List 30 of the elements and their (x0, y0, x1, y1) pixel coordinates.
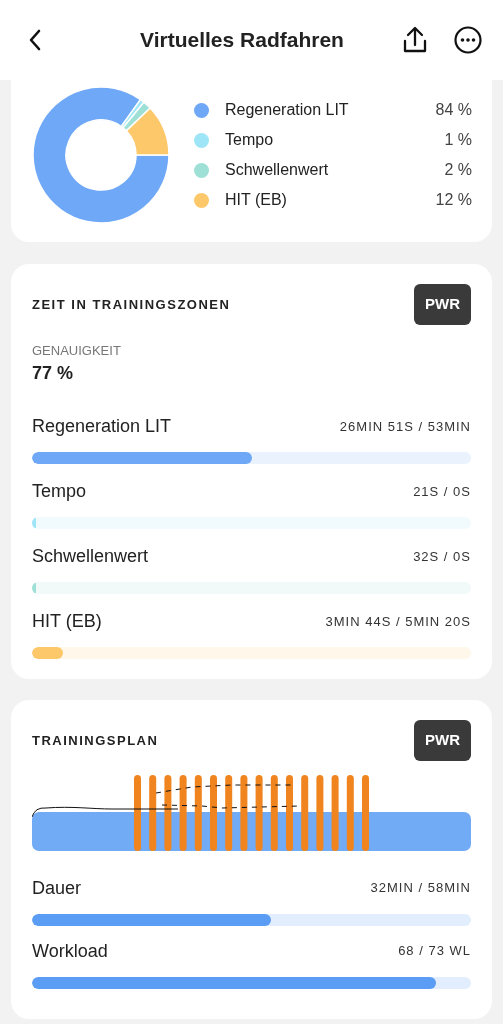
zone-label: Tempo (32, 480, 87, 503)
zone-label: Regeneration LIT (32, 415, 172, 438)
metric-toggle-button[interactable]: PWR (414, 720, 471, 761)
accuracy-label: GENAUIGKEIT (32, 341, 122, 360)
zone-label: HIT (EB) (32, 610, 102, 633)
more-icon[interactable] (454, 26, 482, 54)
legend-label: HIT (EB) (225, 190, 288, 210)
metric-reading: 32MIN / 58MIN (370, 879, 471, 898)
legend-label: Regeneration LIT (225, 100, 350, 120)
legend-value: 84 % (435, 100, 472, 120)
zone-reading: 21S / 0S (413, 482, 471, 501)
section-title: ZEIT IN TRAININGSZONEN (32, 295, 231, 314)
legend-value: 1 % (444, 130, 472, 150)
metric-label: Workload (32, 939, 108, 963)
zone-label: Schwellenwert (32, 545, 149, 568)
share-icon[interactable] (402, 26, 428, 54)
legend-label: Tempo (225, 130, 275, 150)
section-title: TRAININGSPLAN (32, 731, 159, 750)
metric-reading: 68 / 73 WL (398, 942, 471, 961)
back-icon[interactable] (28, 29, 42, 51)
screen-title: Virtuelles Radfahren (139, 27, 345, 54)
legend-label: Schwellenwert (225, 160, 330, 180)
zone-reading: 3MIN 44S / 5MIN 20S (325, 612, 471, 631)
metric-label: Dauer (32, 876, 82, 900)
legend-value: 2 % (444, 160, 472, 180)
zone-reading: 32S / 0S (413, 547, 471, 566)
accuracy-value: 77 % (32, 362, 75, 385)
metric-toggle-button[interactable]: PWR (414, 284, 471, 325)
legend-value: 12 % (435, 190, 472, 210)
zone-reading: 26MIN 51S / 53MIN (339, 417, 471, 436)
